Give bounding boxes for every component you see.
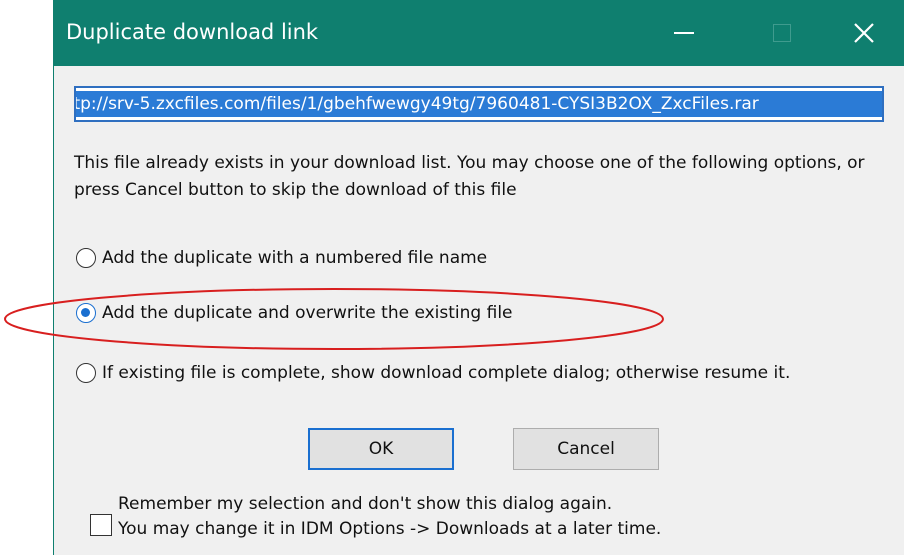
minimize-icon [674, 32, 694, 34]
url-input[interactable] [76, 91, 882, 117]
window-title: Duplicate download link [66, 20, 319, 44]
option-numbered-file-name[interactable]: Add the duplicate with a numbered file n… [76, 248, 487, 268]
remember-line-2: You may change it in IDM Options -> Down… [118, 519, 662, 539]
remember-checkbox[interactable] [90, 514, 112, 536]
maximize-icon [773, 24, 791, 42]
duplicate-download-dialog: Duplicate download link This file alread… [53, 0, 904, 555]
radio-overwrite-existing[interactable] [76, 303, 96, 323]
remember-selection[interactable]: Remember my selection and don't show thi… [90, 492, 661, 542]
remember-line-1: Remember my selection and don't show thi… [118, 494, 613, 514]
radio-resume-if-complete[interactable] [76, 363, 96, 383]
duplicate-message: This file already exists in your downloa… [74, 153, 865, 200]
remember-text: Remember my selection and don't show thi… [118, 492, 661, 542]
url-field[interactable] [74, 86, 884, 122]
close-button[interactable] [824, 0, 904, 66]
option-label: If existing file is complete, show downl… [102, 363, 791, 383]
minimize-button[interactable] [644, 0, 724, 66]
option-label: Add the duplicate and overwrite the exis… [102, 303, 513, 323]
title-bar[interactable]: Duplicate download link [54, 0, 904, 66]
option-label: Add the duplicate with a numbered file n… [102, 248, 488, 268]
cancel-button[interactable]: Cancel [513, 428, 659, 470]
close-icon [854, 23, 874, 43]
maximize-button [742, 0, 822, 66]
radio-numbered-file-name[interactable] [76, 248, 96, 268]
option-resume-if-complete[interactable]: If existing file is complete, show downl… [76, 363, 790, 383]
ok-button[interactable]: OK [308, 428, 454, 470]
option-overwrite-existing[interactable]: Add the duplicate and overwrite the exis… [76, 303, 513, 323]
